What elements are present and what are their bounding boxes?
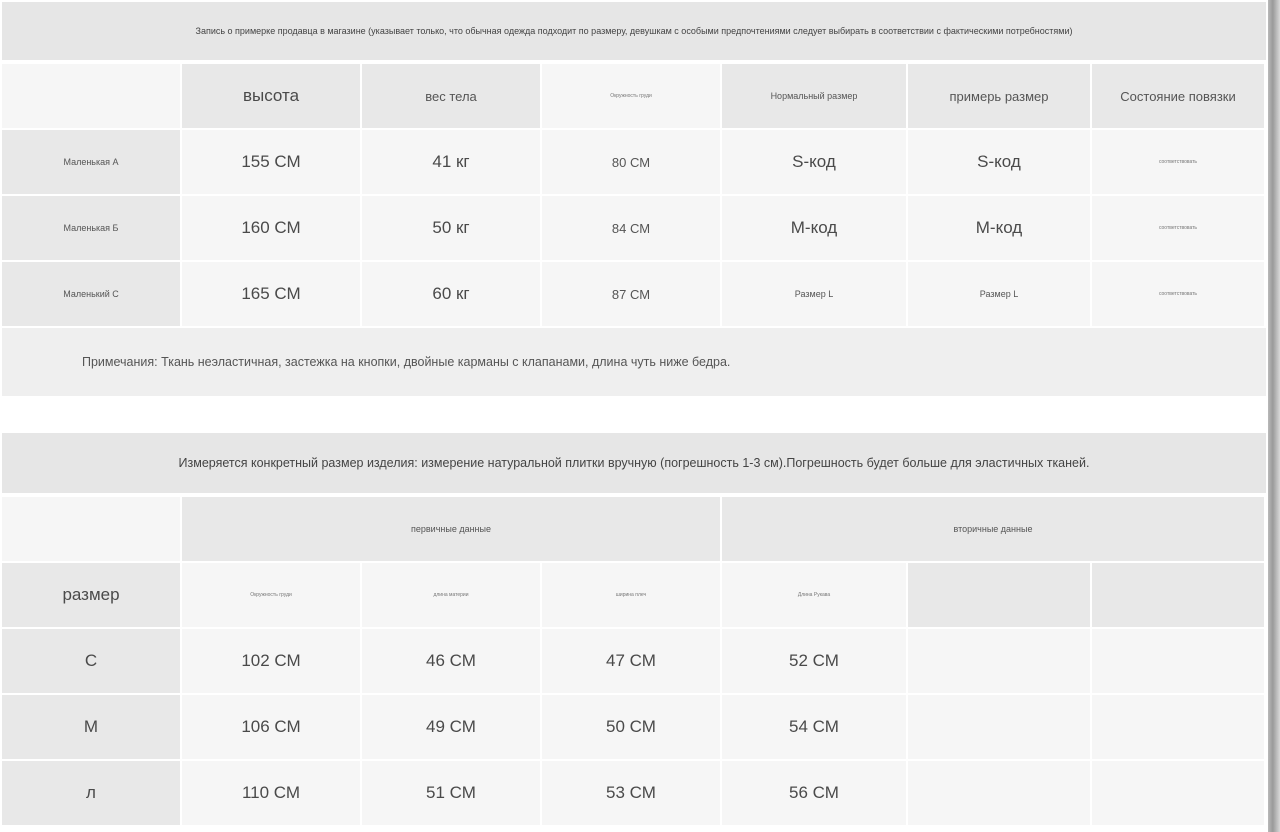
header-empty xyxy=(908,563,1090,627)
row-weight: 50 кг xyxy=(362,196,540,260)
row-shoulder: 53 СМ xyxy=(542,761,720,825)
page-edge-shadow xyxy=(1268,0,1280,832)
row-sleeve: 52 СМ xyxy=(722,629,906,693)
group-secondary: вторичные данные xyxy=(722,497,1264,561)
table-row: Маленький С 165 СМ 60 кг 87 СМ Размер L … xyxy=(2,262,1264,326)
row-bust: 110 СМ xyxy=(182,761,360,825)
row-weight: 60 кг xyxy=(362,262,540,326)
table-row: М 106 СМ 49 СМ 50 СМ 54 СМ xyxy=(2,695,1264,759)
table-row: Маленькая Б 160 СМ 50 кг 84 СМ М-код М-к… xyxy=(2,196,1264,260)
row-normal-size: Размер L xyxy=(722,262,906,326)
group-primary: первичные данные xyxy=(182,497,720,561)
row-normal-size: S-код xyxy=(722,130,906,194)
row-length: 46 СМ xyxy=(362,629,540,693)
row-length: 49 СМ xyxy=(362,695,540,759)
fitting-note: Примечания: Ткань неэластичная, застежка… xyxy=(2,328,1266,396)
row-size: л xyxy=(2,761,180,825)
row-shoulder: 50 СМ xyxy=(542,695,720,759)
header-bust: Окружность груди xyxy=(182,563,360,627)
row-status: соответствовать xyxy=(1092,130,1264,194)
header-weight: вес тела xyxy=(362,64,540,128)
row-sleeve: 56 СМ xyxy=(722,761,906,825)
table-row: Маленькая А 155 СМ 41 кг 80 СМ S-код S-к… xyxy=(2,130,1264,194)
measure-header-row: размер Окружность груди длина материи ши… xyxy=(2,563,1264,627)
row-empty xyxy=(1092,629,1264,693)
row-weight: 41 кг xyxy=(362,130,540,194)
size-chart-page: Запись о примерке продавца в магазине (у… xyxy=(0,0,1268,832)
row-shoulder: 47 СМ xyxy=(542,629,720,693)
row-tried-size: Размер L xyxy=(908,262,1090,326)
header-empty xyxy=(1092,563,1264,627)
measure-table-title: Измеряется конкретный размер изделия: из… xyxy=(2,433,1266,493)
row-size: М xyxy=(2,695,180,759)
row-tried-size: S-код xyxy=(908,130,1090,194)
row-bust: 106 СМ xyxy=(182,695,360,759)
row-status: соответствовать xyxy=(1092,196,1264,260)
header-size: размер xyxy=(2,563,180,627)
table-row: л 110 СМ 51 СМ 53 СМ 56 СМ xyxy=(2,761,1264,825)
row-name: Маленький С xyxy=(2,262,180,326)
header-sleeve: Длина Рукава xyxy=(722,563,906,627)
header-length: длина материи xyxy=(362,563,540,627)
row-height: 165 СМ xyxy=(182,262,360,326)
fitting-table-header-row: высота вес тела Окружность груди Нормаль… xyxy=(2,64,1264,128)
header-height: высота xyxy=(182,64,360,128)
row-length: 51 СМ xyxy=(362,761,540,825)
group-blank xyxy=(2,497,180,561)
row-status: соответствовать xyxy=(1092,262,1264,326)
row-height: 155 СМ xyxy=(182,130,360,194)
row-bust: 80 СМ xyxy=(542,130,720,194)
row-name: Маленькая А xyxy=(2,130,180,194)
row-normal-size: М-код xyxy=(722,196,906,260)
row-bust: 84 СМ xyxy=(542,196,720,260)
table-separator xyxy=(2,398,1266,431)
header-blank xyxy=(2,64,180,128)
row-empty xyxy=(1092,695,1264,759)
row-sleeve: 54 СМ xyxy=(722,695,906,759)
measure-group-row: первичные данные вторичные данные xyxy=(2,497,1264,561)
row-empty xyxy=(1092,761,1264,825)
header-normal-size: Нормальный размер xyxy=(722,64,906,128)
row-height: 160 СМ xyxy=(182,196,360,260)
row-empty xyxy=(908,761,1090,825)
header-tried-size: примерь размер xyxy=(908,64,1090,128)
row-bust: 87 СМ xyxy=(542,262,720,326)
row-empty xyxy=(908,695,1090,759)
row-size: С xyxy=(2,629,180,693)
table-row: С 102 СМ 46 СМ 47 СМ 52 СМ xyxy=(2,629,1264,693)
header-shoulder: ширина плеч xyxy=(542,563,720,627)
fitting-note-row: Примечания: Ткань неэластичная, застежка… xyxy=(2,328,1266,396)
row-tried-size: М-код xyxy=(908,196,1090,260)
header-status: Состояние повязки xyxy=(1092,64,1264,128)
fitting-table-title: Запись о примерке продавца в магазине (у… xyxy=(2,2,1266,60)
header-bust: Окружность груди xyxy=(542,64,720,128)
row-bust: 102 СМ xyxy=(182,629,360,693)
row-name: Маленькая Б xyxy=(2,196,180,260)
row-empty xyxy=(908,629,1090,693)
